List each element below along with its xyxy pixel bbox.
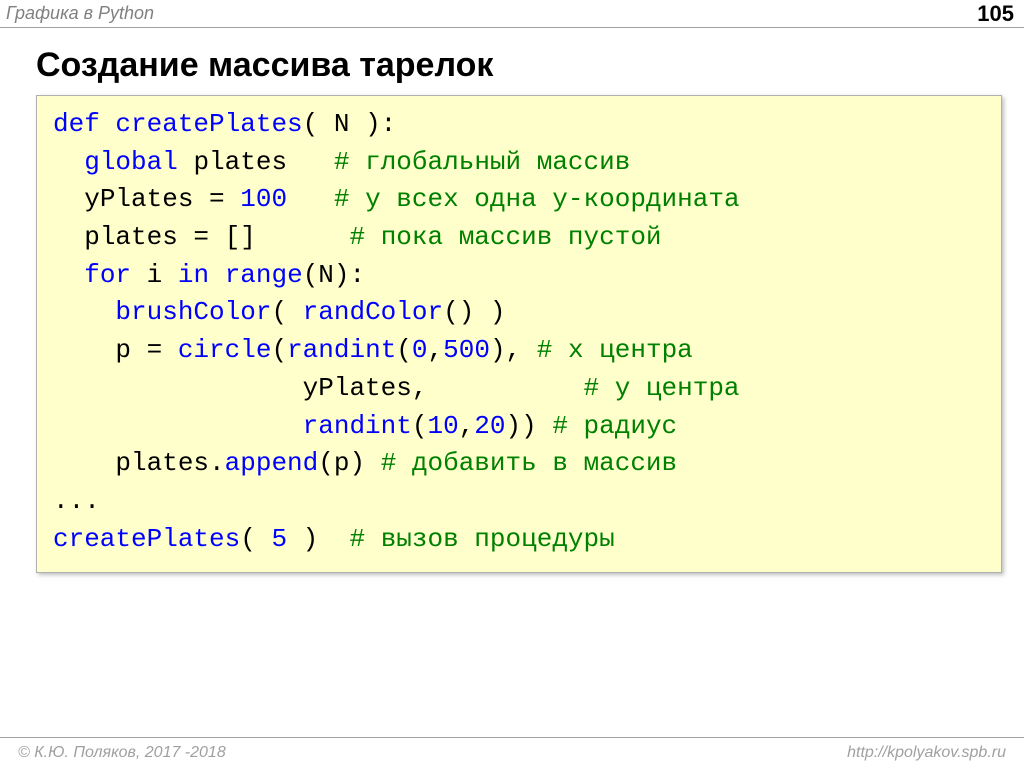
function-call: brushColor xyxy=(115,297,271,327)
comment: # пока массив пустой xyxy=(349,222,661,252)
punct: , xyxy=(459,411,475,441)
indent xyxy=(53,222,84,252)
code-line: yPlates, # y центра xyxy=(53,373,740,403)
number: 5 xyxy=(271,524,287,554)
comment: # у всех одна y-координата xyxy=(334,184,740,214)
punct: ( xyxy=(396,335,412,365)
indent xyxy=(53,147,84,177)
number: 10 xyxy=(427,411,458,441)
identifier: i xyxy=(147,260,163,290)
code-line: for i in range(N): xyxy=(53,260,365,290)
code-line: ... xyxy=(53,486,100,516)
code-line: randint(10,20)) # радиус xyxy=(53,411,677,441)
keyword-def: def xyxy=(53,109,100,139)
punct: ): xyxy=(365,109,396,139)
sp xyxy=(287,147,334,177)
indent xyxy=(53,448,115,478)
identifier: yPlates, xyxy=(303,373,428,403)
code-line: plates.append(p) # добавить в массив xyxy=(53,448,677,478)
punct: ( xyxy=(412,411,428,441)
code-line: yPlates = 100 # у всех одна y-координата xyxy=(53,184,740,214)
punct: (p) xyxy=(318,448,380,478)
punct: , xyxy=(428,335,444,365)
sp xyxy=(427,373,583,403)
punct: )) xyxy=(506,411,553,441)
indent xyxy=(53,297,115,327)
footer-url: http://kpolyakov.spb.ru xyxy=(847,744,1006,762)
slide: Графика в Python 105 Создание массива та… xyxy=(0,0,1024,767)
code-line: def createPlates( N ): xyxy=(53,109,396,139)
punct: ), xyxy=(490,335,537,365)
indent xyxy=(53,335,115,365)
sp xyxy=(131,260,147,290)
sp xyxy=(256,222,350,252)
function-call: createPlates xyxy=(53,524,240,554)
indent xyxy=(53,373,303,403)
copyright-text: © К.Ю. Поляков, 2017 -2018 xyxy=(18,744,226,762)
indent xyxy=(53,260,84,290)
comment: # добавить в массив xyxy=(381,448,677,478)
assign: yPlates = xyxy=(84,184,240,214)
assign: plates = [] xyxy=(84,222,256,252)
punct: () ) xyxy=(443,297,505,327)
punct: (N): xyxy=(303,260,365,290)
code-line: createPlates( 5 ) # вызов процедуры xyxy=(53,524,615,554)
code-line: global plates # глобальный массив xyxy=(53,147,630,177)
sp xyxy=(178,147,194,177)
arg: N xyxy=(318,109,365,139)
function-call: randint xyxy=(303,411,412,441)
slide-heading: Создание массива тарелок xyxy=(36,46,1024,85)
comment: # глобальный массив xyxy=(334,147,630,177)
punct: ( xyxy=(271,335,287,365)
number: 20 xyxy=(474,411,505,441)
ellipsis: ... xyxy=(53,486,100,516)
topbar-title: Графика в Python xyxy=(6,3,977,24)
sp xyxy=(209,260,225,290)
number: 100 xyxy=(240,184,287,214)
function-call: circle xyxy=(178,335,272,365)
keyword-global: global xyxy=(84,147,178,177)
identifier: plates. xyxy=(115,448,224,478)
keyword-in: in xyxy=(178,260,209,290)
punct: ) xyxy=(287,524,349,554)
function-call: range xyxy=(225,260,303,290)
sp xyxy=(162,260,178,290)
function-call: randColor xyxy=(303,297,443,327)
comment: # y центра xyxy=(584,373,740,403)
sp xyxy=(287,184,334,214)
number: 0 xyxy=(412,335,428,365)
code-line: p = circle(randint(0,500), # x центра xyxy=(53,335,693,365)
footer: © К.Ю. Поляков, 2017 -2018 http://kpolya… xyxy=(0,737,1024,767)
comment: # вызов процедуры xyxy=(349,524,614,554)
code-line: brushColor( randColor() ) xyxy=(53,297,506,327)
indent xyxy=(53,411,303,441)
assign: p = xyxy=(115,335,177,365)
page-number: 105 xyxy=(977,1,1014,27)
number: 500 xyxy=(443,335,490,365)
code-line: plates = [] # пока массив пустой xyxy=(53,222,662,252)
code-block: def createPlates( N ): global plates # г… xyxy=(36,95,1002,573)
comment: # радиус xyxy=(552,411,677,441)
keyword-for: for xyxy=(84,260,131,290)
identifier: plates xyxy=(193,147,287,177)
indent xyxy=(53,184,84,214)
comment: # x центра xyxy=(537,335,693,365)
punct: ( xyxy=(271,297,302,327)
punct: ( xyxy=(303,109,319,139)
punct: ( xyxy=(240,524,271,554)
function-call: append xyxy=(225,448,319,478)
topbar: Графика в Python 105 xyxy=(0,0,1024,28)
function-name: createPlates xyxy=(115,109,302,139)
function-call: randint xyxy=(287,335,396,365)
